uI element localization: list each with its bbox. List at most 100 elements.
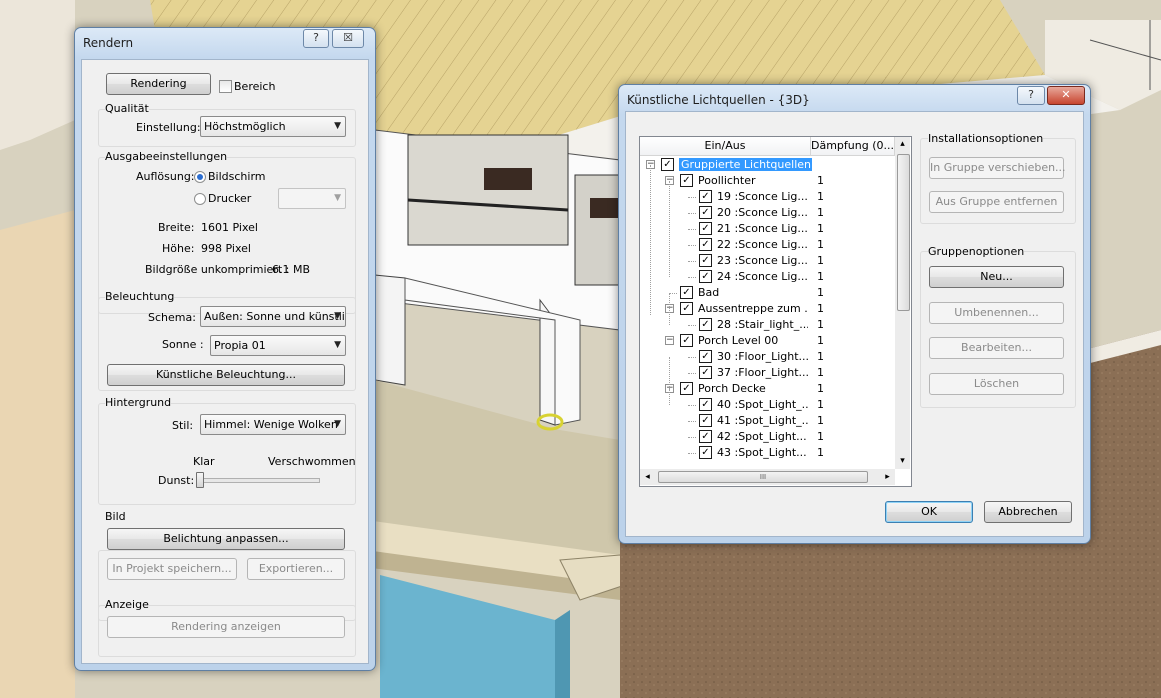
tree-row[interactable]: ✓ 37 :Floor_Light... 1 [640, 365, 894, 381]
tree-row[interactable]: ✓ 21 :Sconce Lig... 1 [640, 221, 894, 237]
light-toggle-checkbox[interactable]: ✓ [699, 366, 712, 379]
exposure-button[interactable]: Belichtung anpassen... [107, 528, 345, 550]
help-button[interactable]: ? [1017, 86, 1045, 105]
tree-row[interactable]: ✓ 28 :Stair_light_... 1 [640, 317, 894, 333]
light-damping-value[interactable]: 1 [817, 238, 824, 251]
light-toggle-checkbox[interactable]: ✓ [699, 238, 712, 251]
light-damping-value[interactable]: 1 [817, 398, 824, 411]
quality-select[interactable]: Höchstmöglich ▼ [200, 116, 346, 137]
rendering-button[interactable]: Rendering [106, 73, 211, 95]
tree-row[interactable]: − ✓ Porch Level 00 1 [640, 333, 894, 349]
ok-button[interactable]: OK [885, 501, 973, 523]
column-header-on-off[interactable]: Ein/Aus [640, 137, 811, 156]
light-damping-value[interactable]: 1 [817, 254, 824, 267]
rename-group-button[interactable]: Umbenennen... [929, 302, 1064, 324]
close-button[interactable]: ☒ [332, 29, 364, 48]
light-damping-value[interactable]: 1 [817, 446, 824, 459]
tree-row[interactable]: − ✓ Aussentreppe zum ... 1 [640, 301, 894, 317]
light-damping-value[interactable]: 1 [817, 174, 824, 187]
light-damping-value[interactable]: 1 [817, 190, 824, 203]
light-toggle-checkbox[interactable]: ✓ [699, 318, 712, 331]
light-damping-value[interactable]: 1 [817, 414, 824, 427]
artificial-lighting-button[interactable]: Künstliche Beleuchtung... [107, 364, 345, 386]
printer-radio[interactable] [194, 193, 206, 205]
haze-slider-thumb[interactable] [196, 472, 204, 488]
light-toggle-checkbox[interactable]: ✓ [699, 414, 712, 427]
remove-from-group-button[interactable]: Aus Gruppe entfernen [929, 191, 1064, 213]
light-damping-value[interactable]: 1 [817, 286, 824, 299]
scroll-right-arrow[interactable]: ▸ [880, 469, 895, 485]
collapse-icon[interactable]: − [665, 336, 674, 345]
column-header-damping[interactable]: Dämpfung (0... [811, 137, 895, 156]
tree-row[interactable]: ✓ 40 :Spot_Light_... 1 [640, 397, 894, 413]
light-toggle-checkbox[interactable]: ✓ [661, 158, 674, 171]
cancel-button[interactable]: Abbrechen [984, 501, 1072, 523]
light-toggle-checkbox[interactable]: ✓ [680, 302, 693, 315]
tree-row[interactable]: ✓ 42 :Spot_Light... 1 [640, 429, 894, 445]
light-damping-value[interactable]: 1 [817, 382, 824, 395]
save-to-project-button[interactable]: In Projekt speichern... [107, 558, 237, 580]
light-toggle-checkbox[interactable]: ✓ [699, 222, 712, 235]
tree-row[interactable]: ✓ 41 :Spot_Light_... 1 [640, 413, 894, 429]
tree-row[interactable]: ✓ 22 :Sconce Lig... 1 [640, 237, 894, 253]
scroll-left-arrow[interactable]: ◂ [640, 469, 655, 485]
light-damping-value[interactable]: 1 [817, 350, 824, 363]
tree-row[interactable]: ✓ 20 :Sconce Lig... 1 [640, 205, 894, 221]
light-toggle-checkbox[interactable]: ✓ [680, 286, 693, 299]
light-damping-value[interactable]: 1 [817, 270, 824, 283]
scroll-up-arrow[interactable]: ▴ [895, 137, 910, 152]
vertical-scroll-thumb[interactable] [897, 154, 910, 311]
tree-row[interactable]: − ✓ Poollichter 1 [640, 173, 894, 189]
light-toggle-checkbox[interactable]: ✓ [699, 350, 712, 363]
light-toggle-checkbox[interactable]: ✓ [699, 446, 712, 459]
vertical-scrollbar[interactable]: ▴ ▾ [895, 137, 910, 469]
lights-dialog-title: Künstliche Lichtquellen - {3D} [627, 93, 810, 107]
light-toggle-checkbox[interactable]: ✓ [699, 270, 712, 283]
light-toggle-checkbox[interactable]: ✓ [699, 430, 712, 443]
printer-dpi-select[interactable]: ▼ [278, 188, 346, 209]
scroll-down-arrow[interactable]: ▾ [895, 454, 910, 469]
tree-row[interactable]: ✓ 19 :Sconce Lig... 1 [640, 189, 894, 205]
render-dialog-title: Rendern [83, 36, 134, 50]
delete-group-button[interactable]: Löschen [929, 373, 1064, 395]
horizontal-scrollbar[interactable]: ◂ III ▸ [640, 469, 895, 485]
export-button[interactable]: Exportieren... [247, 558, 345, 580]
tree-row[interactable]: − ✓ Porch Decke 1 [640, 381, 894, 397]
close-button[interactable]: ✕ [1047, 86, 1085, 105]
light-toggle-checkbox[interactable]: ✓ [699, 190, 712, 203]
light-toggle-checkbox[interactable]: ✓ [680, 334, 693, 347]
light-toggle-checkbox[interactable]: ✓ [699, 398, 712, 411]
light-damping-value[interactable]: 1 [817, 222, 824, 235]
screen-radio[interactable] [194, 171, 206, 183]
style-select[interactable]: Himmel: Wenige Wolken ▼ [200, 414, 346, 435]
light-damping-value[interactable]: 1 [817, 430, 824, 443]
tree-guide-line [669, 389, 670, 405]
light-toggle-checkbox[interactable]: ✓ [680, 382, 693, 395]
lights-tree[interactable]: Ein/Aus Dämpfung (0... − ✓ Gruppierte Lich… [639, 136, 912, 487]
move-to-group-button[interactable]: In Gruppe verschieben... [929, 157, 1066, 179]
edit-group-button[interactable]: Bearbeiten... [929, 337, 1064, 359]
tree-row[interactable]: ✓ 24 :Sconce Lig... 1 [640, 269, 894, 285]
tree-row[interactable]: − ✓ Gruppierte Lichtquellen [640, 157, 894, 173]
scheme-select[interactable]: Außen: Sonne und künstli ▼ [200, 306, 346, 327]
horizontal-scroll-thumb[interactable]: III [658, 471, 868, 483]
tree-row[interactable]: ✓ Bad 1 [640, 285, 894, 301]
light-damping-value[interactable]: 1 [817, 334, 824, 347]
light-damping-value[interactable]: 1 [817, 318, 824, 331]
light-damping-value[interactable]: 1 [817, 206, 824, 219]
show-rendering-button[interactable]: Rendering anzeigen [107, 616, 345, 638]
light-toggle-checkbox[interactable]: ✓ [699, 206, 712, 219]
light-toggle-checkbox[interactable]: ✓ [680, 174, 693, 187]
tree-row[interactable]: ✓ 23 :Sconce Lig... 1 [640, 253, 894, 269]
new-group-button[interactable]: Neu... [929, 266, 1064, 288]
light-toggle-checkbox[interactable]: ✓ [699, 254, 712, 267]
tree-row[interactable]: ✓ 43 :Spot_Light... 1 [640, 445, 894, 461]
tree-row[interactable]: ✓ 30 :Floor_Light... 1 [640, 349, 894, 365]
sun-select[interactable]: Propia 01 ▼ [210, 335, 346, 356]
help-button[interactable]: ? [303, 29, 329, 48]
light-damping-value[interactable]: 1 [817, 366, 824, 379]
group-options-label: Gruppenoptionen [928, 245, 1025, 258]
haze-slider-track[interactable] [198, 478, 320, 483]
light-damping-value[interactable]: 1 [817, 302, 824, 315]
bereich-checkbox[interactable] [219, 80, 232, 93]
